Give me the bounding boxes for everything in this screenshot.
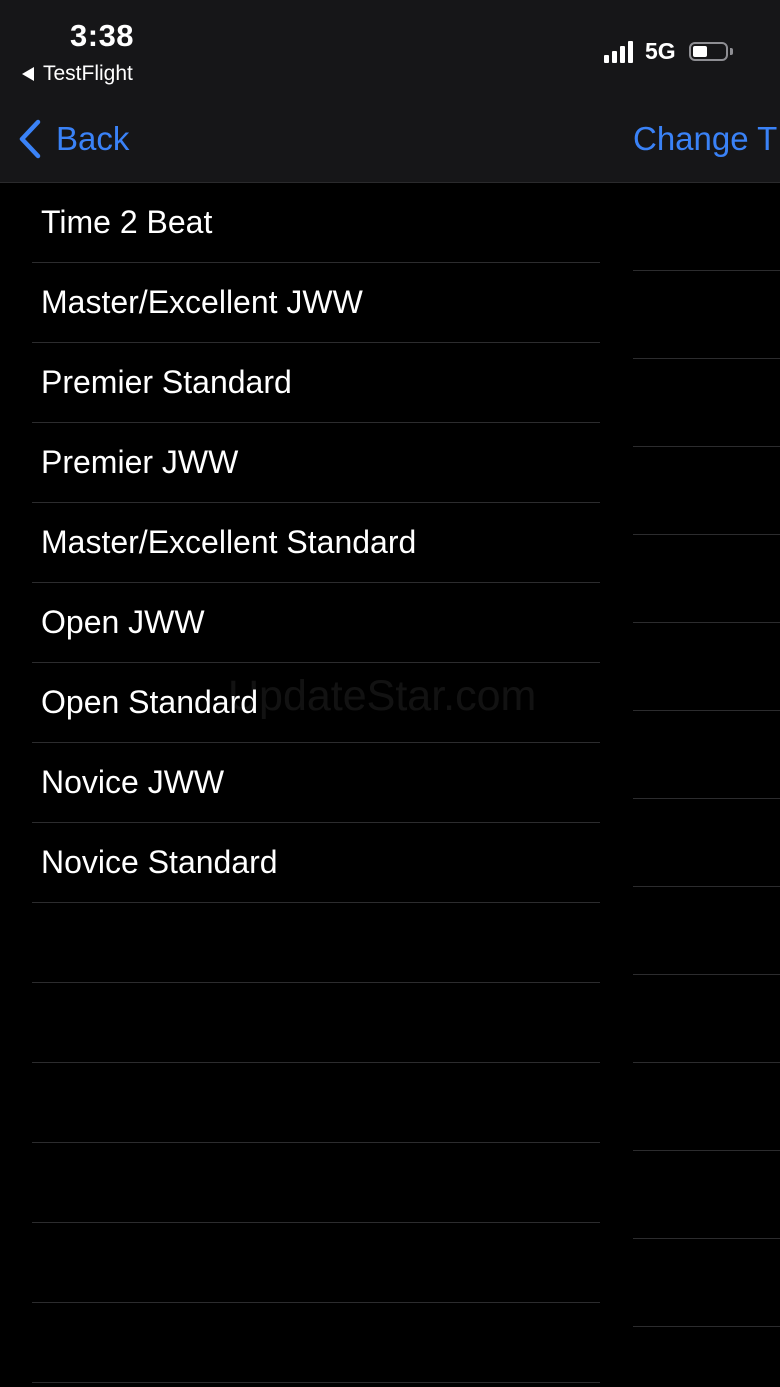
empty-row <box>32 1303 600 1383</box>
return-app-label: TestFlight <box>43 62 133 85</box>
status-bar: 3:38 TestFlight 5G <box>0 0 780 100</box>
secondary-row <box>633 1151 780 1239</box>
list-item[interactable]: Master/Excellent Standard <box>32 503 600 583</box>
secondary-row <box>633 1063 780 1151</box>
battery-cap <box>729 47 733 55</box>
list-item[interactable]: Master/Excellent JWW <box>32 263 600 343</box>
empty-row <box>32 1143 600 1223</box>
secondary-row <box>633 711 780 799</box>
status-indicators: 5G <box>604 36 733 66</box>
battery-level-fill <box>692 45 707 57</box>
secondary-row <box>633 271 780 359</box>
change-button[interactable]: Change T <box>633 116 780 162</box>
list-item[interactable]: Premier Standard <box>32 343 600 423</box>
secondary-row <box>633 887 780 975</box>
chevron-left-icon <box>19 119 41 159</box>
list-item-label: Novice JWW <box>41 764 225 800</box>
battery-icon <box>688 41 728 61</box>
list-item-label: Open JWW <box>41 604 205 640</box>
list-item[interactable]: Premier JWW <box>32 423 600 503</box>
network-type: 5G <box>645 37 676 64</box>
list-item-label: Premier JWW <box>41 444 239 480</box>
secondary-list <box>633 183 780 1387</box>
list-item[interactable]: Open JWW <box>32 583 600 663</box>
list-item-label: Novice Standard <box>41 844 278 880</box>
list-item-label: Open Standard <box>41 684 259 720</box>
back-button-label: Back <box>56 120 130 157</box>
secondary-row <box>633 623 780 711</box>
empty-row <box>32 903 600 983</box>
status-time: 3:38 <box>70 18 135 53</box>
empty-row <box>32 1223 600 1303</box>
secondary-row <box>633 359 780 447</box>
secondary-row <box>633 1239 780 1327</box>
return-to-app-link[interactable]: TestFlight <box>22 62 133 86</box>
navigation-bar: Back Change T <box>0 100 780 183</box>
secondary-row <box>633 535 780 623</box>
secondary-row <box>633 447 780 535</box>
secondary-row <box>633 799 780 887</box>
list-item-label: Master/Excellent JWW <box>41 284 363 320</box>
list-item[interactable]: Open Standard <box>32 663 600 743</box>
empty-row <box>32 983 600 1063</box>
list-item-label: Master/Excellent Standard <box>41 524 417 560</box>
back-arrow-small-icon <box>22 67 34 81</box>
empty-row <box>32 1063 600 1143</box>
cellular-signal-icon <box>604 39 636 63</box>
list-item[interactable]: Novice Standard <box>32 823 600 903</box>
list-item[interactable]: Time 2 Beat <box>32 183 600 263</box>
back-button[interactable]: Back <box>18 116 129 162</box>
class-list: Time 2 Beat Master/Excellent JWW Premier… <box>0 183 600 1383</box>
list-item-label: Time 2 Beat <box>41 204 213 240</box>
list-item-label: Premier Standard <box>41 364 292 400</box>
secondary-row <box>633 975 780 1063</box>
secondary-row <box>633 183 780 271</box>
list-item[interactable]: Novice JWW <box>32 743 600 823</box>
